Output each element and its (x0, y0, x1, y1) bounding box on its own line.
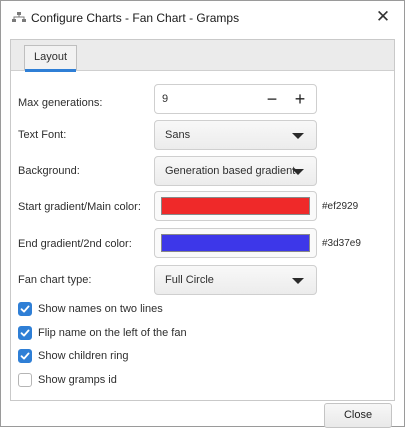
checkbox-box[interactable] (18, 302, 32, 316)
checkbox-box[interactable] (18, 373, 32, 387)
checkbox-label: Show children ring (38, 350, 129, 362)
text-font-label: Text Font: (18, 129, 67, 141)
end-color-button[interactable] (154, 228, 317, 258)
increment-button[interactable]: + (286, 85, 314, 113)
text-font-value: Sans (165, 129, 191, 141)
chevron-down-icon (292, 278, 304, 284)
tab-strip: Layout (11, 40, 394, 72)
start-color-hex: #ef2929 (322, 201, 359, 212)
close-icon[interactable]: ✕ (370, 5, 396, 29)
checkbox-box[interactable] (18, 326, 32, 340)
fan-chart-type-label: Fan chart type: (18, 274, 92, 286)
checkbox-label: Show names on two lines (38, 303, 163, 315)
window-title: Configure Charts - Fan Chart - Gramps (31, 11, 240, 25)
start-color-button[interactable] (154, 191, 317, 221)
background-label: Background: (18, 165, 80, 177)
chevron-down-icon (292, 169, 304, 175)
gramps-app-icon (11, 11, 27, 25)
fan-chart-type-combo[interactable]: Full Circle (154, 265, 317, 295)
text-font-combo[interactable]: Sans (154, 120, 317, 150)
decrement-button[interactable]: − (258, 85, 286, 113)
start-color-label: Start gradient/Main color: (18, 201, 141, 213)
checkmark-icon (20, 352, 30, 360)
title-bar: Configure Charts - Fan Chart - Gramps ✕ (1, 1, 404, 35)
end-color-hex: #3d37e9 (322, 238, 361, 249)
max-generations-label: Max generations: (18, 97, 103, 109)
background-combo[interactable]: Generation based gradient (154, 156, 317, 186)
checkmark-icon (20, 329, 30, 337)
checkmark-icon (20, 305, 30, 313)
checkbox-box[interactable] (18, 349, 32, 363)
max-generations-spinbutton[interactable]: 9 − + (154, 84, 317, 114)
checkbox-label: Flip name on the left of the fan (38, 327, 187, 339)
max-generations-value[interactable]: 9 (162, 93, 168, 105)
dialog-window: Configure Charts - Fan Chart - Gramps ✕ … (0, 0, 405, 428)
checkbox-label: Show gramps id (38, 374, 117, 386)
background-value: Generation based gradient (165, 165, 296, 177)
end-color-swatch (161, 234, 310, 252)
tab-layout[interactable]: Layout (24, 45, 77, 70)
chevron-down-icon (292, 133, 304, 139)
end-color-label: End gradient/2nd color: (18, 238, 132, 250)
start-color-swatch (161, 197, 310, 215)
close-button[interactable]: Close (324, 403, 392, 428)
tab-active-indicator (25, 69, 76, 72)
fan-chart-type-value: Full Circle (165, 274, 214, 286)
